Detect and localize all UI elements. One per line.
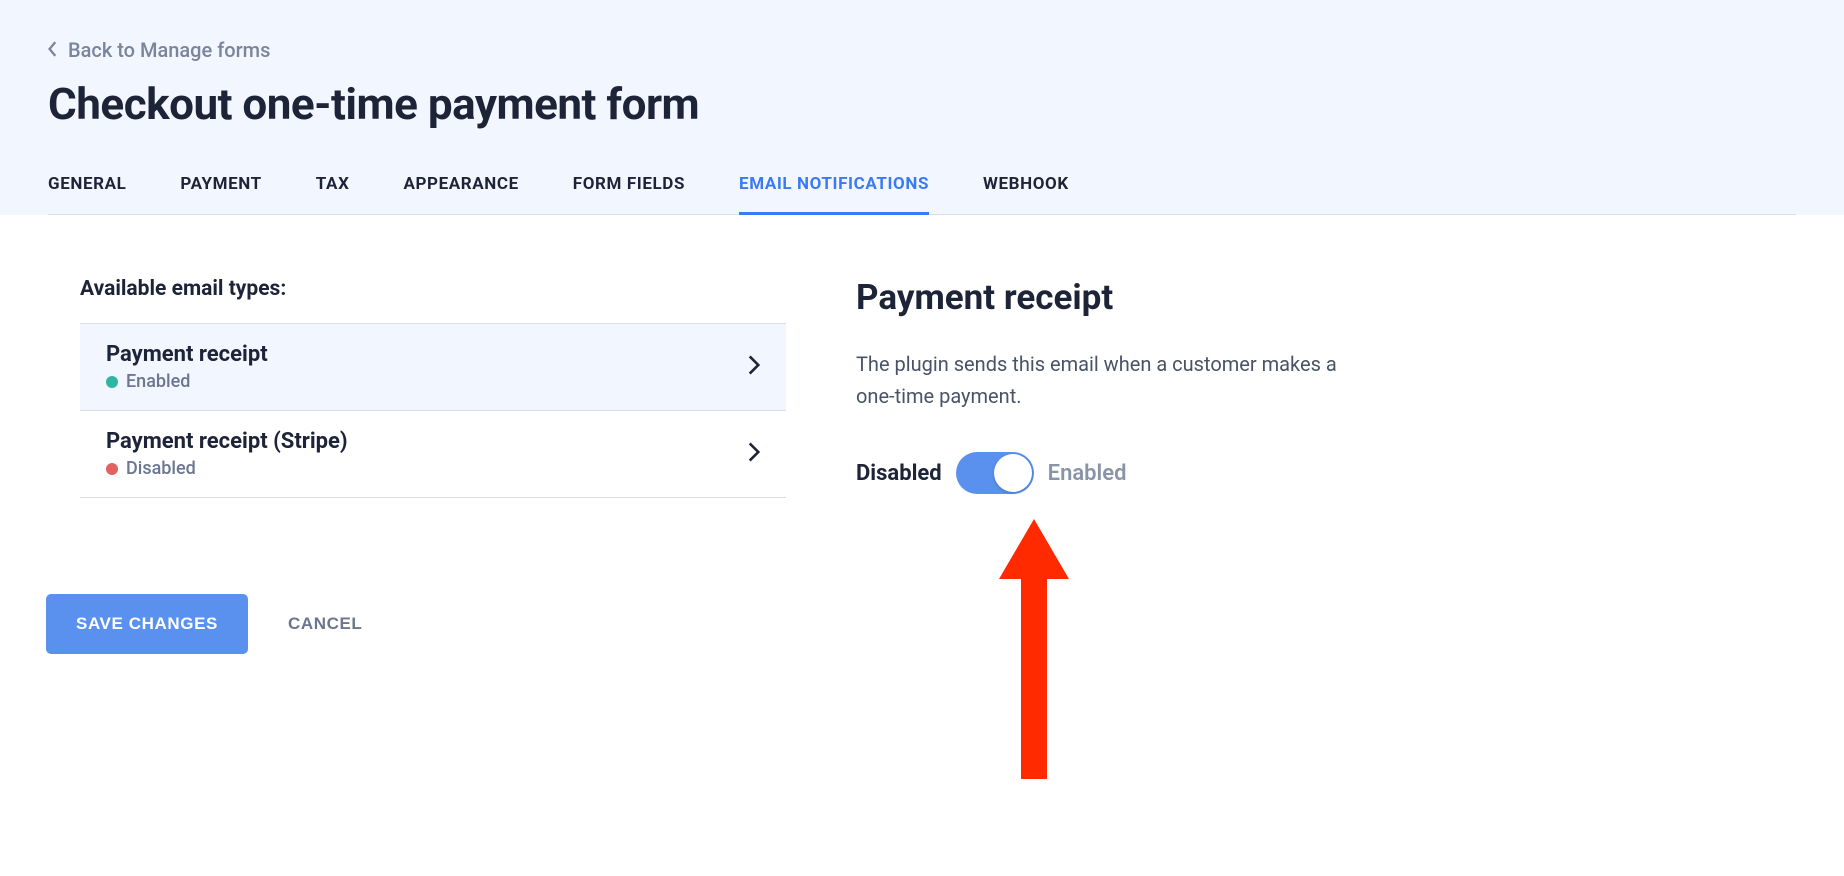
back-link-label: Back to Manage forms	[68, 38, 270, 62]
email-type-status: Enabled	[106, 371, 268, 392]
status-dot-icon	[106, 376, 118, 388]
tabs: GENERAL PAYMENT TAX APPEARANCE FORM FIEL…	[48, 174, 1796, 215]
email-type-title: Payment receipt	[106, 342, 268, 367]
email-type-status: Disabled	[106, 458, 348, 479]
email-type-status-label: Enabled	[126, 371, 190, 392]
email-type-item[interactable]: Payment receipt Enabled	[80, 324, 786, 411]
tab-form-fields[interactable]: FORM FIELDS	[573, 174, 685, 215]
detail-description: The plugin sends this email when a custo…	[856, 348, 1376, 412]
status-dot-icon	[106, 463, 118, 475]
email-types-heading: Available email types:	[80, 277, 786, 301]
tab-appearance[interactable]: APPEARANCE	[403, 174, 518, 215]
toggle-enabled-label: Enabled	[1048, 461, 1127, 486]
enable-toggle-row: Disabled Enabled	[856, 452, 1796, 494]
chevron-left-icon	[48, 38, 58, 62]
toggle-knob-icon	[994, 454, 1032, 492]
chevron-right-icon	[748, 442, 760, 466]
tab-payment[interactable]: PAYMENT	[180, 174, 261, 215]
email-types-list: Payment receipt Enabled Payment receipt …	[80, 323, 786, 498]
cancel-button[interactable]: CANCEL	[288, 614, 362, 634]
tab-general[interactable]: GENERAL	[48, 174, 126, 215]
tab-webhook[interactable]: WEBHOOK	[983, 174, 1069, 215]
enable-toggle[interactable]	[956, 452, 1034, 494]
page-title: Checkout one-time payment form	[48, 78, 1796, 130]
chevron-right-icon	[748, 355, 760, 379]
save-button[interactable]: SAVE CHANGES	[46, 594, 248, 654]
email-type-status-label: Disabled	[126, 458, 196, 479]
annotation-arrow-icon	[999, 519, 1069, 779]
email-type-title: Payment receipt (Stripe)	[106, 429, 348, 454]
back-link[interactable]: Back to Manage forms	[48, 38, 270, 62]
tab-email-notifications[interactable]: EMAIL NOTIFICATIONS	[739, 174, 929, 215]
email-type-item[interactable]: Payment receipt (Stripe) Disabled	[80, 411, 786, 498]
detail-title: Payment receipt	[856, 277, 1796, 318]
tab-tax[interactable]: TAX	[316, 174, 350, 215]
toggle-disabled-label: Disabled	[856, 461, 942, 486]
